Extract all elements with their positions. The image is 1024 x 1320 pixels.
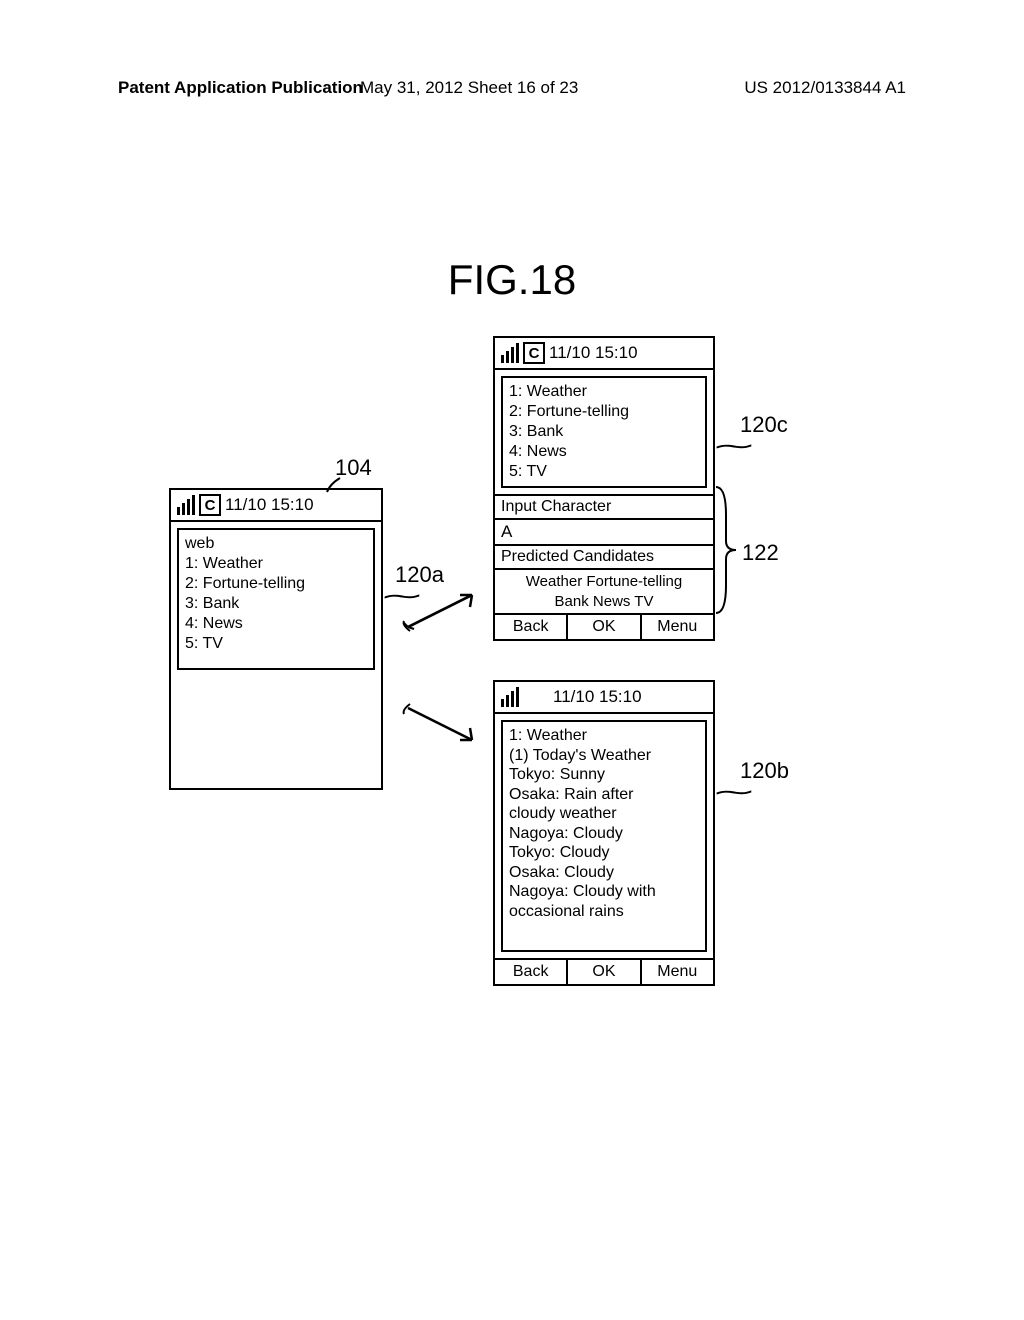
leader-tilde-icon: ⁓ [715, 778, 753, 807]
menu-item[interactable]: 2: Fortune-telling [509, 402, 699, 422]
content-line: cloudy weather [509, 804, 699, 824]
weather-content: 1: Weather (1) Today's Weather Tokyo: Su… [501, 720, 707, 952]
menu-item[interactable]: 2: Fortune-telling [185, 574, 367, 594]
ok-button[interactable]: OK [568, 960, 641, 984]
web-label: web [185, 534, 367, 554]
publication-number: US 2012/0133844 A1 [744, 78, 906, 98]
leader-curve-icon [325, 476, 345, 494]
content-line: Nagoya: Cloudy with [509, 882, 699, 902]
content-line: 1: Weather [509, 726, 699, 746]
reference-122: 122 [742, 540, 779, 566]
status-bar: C 11/10 15:10 [495, 338, 713, 370]
arrow-down-right-icon [400, 700, 490, 750]
menu-item[interactable]: 3: Bank [509, 422, 699, 442]
content-line: Tokyo: Sunny [509, 765, 699, 785]
content-line: Osaka: Cloudy [509, 863, 699, 883]
menu-list: 1: Weather 2: Fortune-telling 3: Bank 4:… [501, 376, 707, 488]
arrow-up-right-icon [400, 585, 490, 635]
back-button[interactable]: Back [495, 615, 568, 639]
leader-tilde-icon: ⁓ [715, 432, 753, 461]
status-bar: C 11/10 15:10 [171, 490, 381, 522]
menu-item[interactable]: 1: Weather [509, 382, 699, 402]
status-datetime: 11/10 15:10 [225, 495, 314, 515]
status-datetime: 11/10 15:10 [553, 687, 642, 707]
predicted-candidates-list[interactable]: Weather Fortune-telling Bank News TV [495, 568, 713, 613]
phone-screen-top-right: C 11/10 15:10 1: Weather 2: Fortune-tell… [493, 336, 715, 641]
content-line: Tokyo: Cloudy [509, 843, 699, 863]
brace-icon [714, 485, 742, 615]
menu-item[interactable]: 4: News [509, 442, 699, 462]
carrier-indicator: C [523, 342, 545, 364]
date-sheet-label: May 31, 2012 Sheet 16 of 23 [360, 78, 578, 98]
menu-item[interactable]: 5: TV [509, 462, 699, 482]
publication-label: Patent Application Publication [118, 78, 363, 98]
back-button[interactable]: Back [495, 960, 568, 984]
menu-item[interactable]: 3: Bank [185, 594, 367, 614]
input-character-value[interactable]: A [495, 518, 713, 544]
phone-screen-bottom-right: 11/10 15:10 1: Weather (1) Today's Weath… [493, 680, 715, 986]
signal-icon [501, 343, 519, 363]
softkey-bar: Back OK Menu [495, 958, 713, 984]
menu-item[interactable]: 5: TV [185, 634, 367, 654]
softkey-bar: Back OK Menu [495, 613, 713, 639]
predicted-line: Weather Fortune-telling [526, 573, 682, 590]
content-line: (1) Today's Weather [509, 746, 699, 766]
carrier-indicator: C [199, 494, 221, 516]
menu-list: web 1: Weather 2: Fortune-telling 3: Ban… [177, 528, 375, 670]
predicted-line: Bank News TV [555, 593, 654, 610]
content-line: Nagoya: Cloudy [509, 824, 699, 844]
menu-item[interactable]: 1: Weather [185, 554, 367, 574]
figure-title: FIG.18 [0, 256, 1024, 304]
ok-button[interactable]: OK [568, 615, 641, 639]
content-line: occasional rains [509, 902, 699, 922]
menu-item[interactable]: 4: News [185, 614, 367, 634]
menu-button[interactable]: Menu [642, 615, 713, 639]
input-character-label: Input Character [495, 494, 713, 518]
menu-button[interactable]: Menu [642, 960, 713, 984]
content-line: Osaka: Rain after [509, 785, 699, 805]
signal-icon [501, 687, 519, 707]
predicted-candidates-label: Predicted Candidates [495, 544, 713, 568]
phone-screen-left: C 11/10 15:10 web 1: Weather 2: Fortune-… [169, 488, 383, 790]
signal-icon [177, 495, 195, 515]
status-bar: 11/10 15:10 [495, 682, 713, 714]
status-datetime: 11/10 15:10 [549, 343, 638, 363]
